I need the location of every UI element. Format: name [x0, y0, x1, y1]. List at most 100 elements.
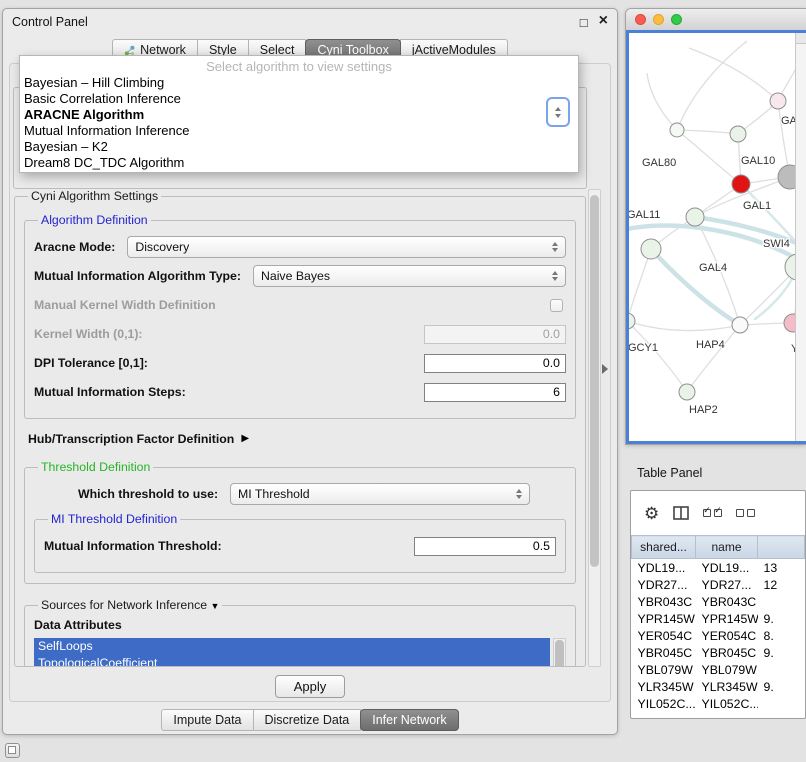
deselect-all-columns-icon[interactable]: [736, 509, 755, 517]
network-edge[interactable]: [687, 325, 740, 392]
splitter-collapse-arrow[interactable]: [602, 364, 608, 374]
cell[interactable]: [758, 661, 805, 678]
table-row[interactable]: YBR043C YBR043C: [632, 593, 805, 610]
apply-button[interactable]: Apply: [275, 675, 346, 698]
cell[interactable]: YIL052C...: [632, 695, 696, 712]
select-all-columns-icon[interactable]: [703, 509, 722, 517]
column-header-shared-name[interactable]: shared...: [632, 536, 696, 559]
canvas-scrollbar-cap[interactable]: [796, 33, 806, 44]
minimize-traffic-light[interactable]: [653, 14, 664, 25]
close-traffic-light[interactable]: [635, 14, 646, 25]
cell[interactable]: 9.: [758, 644, 805, 661]
zoom-traffic-light[interactable]: [671, 14, 682, 25]
aracne-mode-select[interactable]: Discovery: [127, 236, 566, 258]
cell[interactable]: 9.: [758, 610, 805, 627]
network-edge-thick[interactable]: [651, 249, 737, 323]
network-node[interactable]: [679, 384, 695, 400]
hub-definition-expander[interactable]: Hub/Transcription Factor Definition ▶: [28, 432, 572, 446]
cell[interactable]: YDR27...: [696, 576, 758, 593]
cell[interactable]: YPR145W: [632, 610, 696, 627]
settings-scrollbar-thumb[interactable]: [590, 195, 599, 567]
network-node[interactable]: [770, 93, 786, 109]
cell[interactable]: YDR27...: [632, 576, 696, 593]
cell[interactable]: YBR043C: [632, 593, 696, 610]
network-edge[interactable]: [689, 48, 778, 101]
cell[interactable]: YBL079W: [632, 661, 696, 678]
table-row[interactable]: YDL19... YDL19... 13: [632, 559, 805, 577]
algorithm-option[interactable]: Dream8 DC_TDC Algorithm: [20, 155, 578, 171]
dpi-tolerance-input[interactable]: 0.0: [424, 354, 566, 373]
float-window-icon[interactable]: □: [580, 16, 588, 29]
minimized-panel-icon[interactable]: [5, 743, 20, 758]
network-node[interactable]: [629, 313, 635, 329]
column-header-name[interactable]: name: [696, 536, 758, 559]
table-row[interactable]: YLR345W YLR345W 9.: [632, 678, 805, 695]
table-row[interactable]: YPR145W YPR145W 9.: [632, 610, 805, 627]
network-edge[interactable]: [677, 41, 747, 130]
network-edge[interactable]: [629, 321, 740, 331]
cell[interactable]: 8.: [758, 627, 805, 644]
control-panel-titlebar[interactable]: Control Panel □ ×: [3, 9, 617, 35]
algorithm-option[interactable]: Mutual Information Inference: [20, 123, 578, 139]
cell[interactable]: YPR145W: [696, 610, 758, 627]
cell[interactable]: YLR345W: [632, 678, 696, 695]
table-row[interactable]: YDR27... YDR27... 12: [632, 576, 805, 593]
cell[interactable]: YER054C: [696, 627, 758, 644]
close-icon[interactable]: ×: [599, 13, 608, 29]
algorithm-option[interactable]: Bayesian – Hill Climbing: [20, 75, 578, 91]
network-node[interactable]: [686, 208, 704, 226]
attribute-item-selected[interactable]: SelfLoops: [34, 638, 550, 655]
table-row[interactable]: YER054C YER054C 8.: [632, 627, 805, 644]
network-window-titlebar[interactable]: [626, 9, 806, 31]
network-node[interactable]: [778, 165, 796, 189]
algorithm-option-selected[interactable]: ARACNE Algorithm: [20, 107, 578, 123]
columns-icon[interactable]: [673, 506, 689, 520]
attribute-item-selected[interactable]: TopologicalCoefficient: [34, 655, 550, 667]
tab-discretize-data[interactable]: Discretize Data: [253, 709, 362, 731]
cell[interactable]: YBR043C: [696, 593, 758, 610]
cell[interactable]: YBR045C: [632, 644, 696, 661]
algorithm-option[interactable]: Bayesian – K2: [20, 139, 578, 155]
column-header-extra[interactable]: [758, 536, 805, 559]
network-canvas[interactable]: GAL GAL80 GAL10 GAL11 GAL1 SWI4 GAL4 GCY…: [626, 30, 806, 444]
network-edge[interactable]: [647, 73, 677, 130]
cell[interactable]: YIL052C...: [696, 695, 758, 712]
network-node[interactable]: [732, 317, 748, 333]
tab-infer-network[interactable]: Infer Network: [360, 709, 458, 731]
network-node[interactable]: [670, 123, 684, 137]
cell[interactable]: YDL19...: [632, 559, 696, 577]
table-row[interactable]: YIL052C... YIL052C...: [632, 695, 805, 712]
mi-threshold-input[interactable]: 0.5: [414, 537, 556, 556]
cell[interactable]: [758, 695, 805, 712]
network-edge[interactable]: [677, 130, 738, 134]
network-edge[interactable]: [629, 321, 687, 392]
table-row[interactable]: YBL079W YBL079W: [632, 661, 805, 678]
cell[interactable]: YBR045C: [696, 644, 758, 661]
cell[interactable]: YDL19...: [696, 559, 758, 577]
manual-kernel-checkbox[interactable]: [550, 299, 563, 312]
network-node[interactable]: [730, 126, 746, 142]
which-threshold-select[interactable]: MI Threshold: [230, 483, 530, 505]
cell[interactable]: 12: [758, 576, 805, 593]
cell[interactable]: YBL079W: [696, 661, 758, 678]
network-node-selected[interactable]: [732, 175, 750, 193]
cell[interactable]: YLR345W: [696, 678, 758, 695]
mi-steps-input[interactable]: 6: [424, 383, 566, 402]
tab-impute-data[interactable]: Impute Data: [161, 709, 253, 731]
cell[interactable]: [758, 593, 805, 610]
cell[interactable]: 13: [758, 559, 805, 577]
attributes-scrollbar-thumb[interactable]: [555, 640, 564, 667]
network-edge[interactable]: [629, 249, 651, 321]
mi-type-select[interactable]: Naive Bayes: [253, 265, 566, 287]
attributes-scrollbar[interactable]: [553, 638, 566, 667]
sources-group-title[interactable]: Sources for Network Inference ▼: [38, 598, 222, 612]
algorithm-combo-button[interactable]: [546, 97, 570, 127]
cell[interactable]: 9.: [758, 678, 805, 695]
algorithm-option[interactable]: Basic Correlation Inference: [20, 91, 578, 107]
network-node[interactable]: [641, 239, 661, 259]
table-row[interactable]: YBR045C YBR045C 9.: [632, 644, 805, 661]
cell[interactable]: YER054C: [632, 627, 696, 644]
settings-scrollbar[interactable]: [588, 189, 601, 667]
canvas-scrollbar[interactable]: [795, 33, 806, 441]
gear-icon[interactable]: ⚙: [644, 505, 659, 522]
